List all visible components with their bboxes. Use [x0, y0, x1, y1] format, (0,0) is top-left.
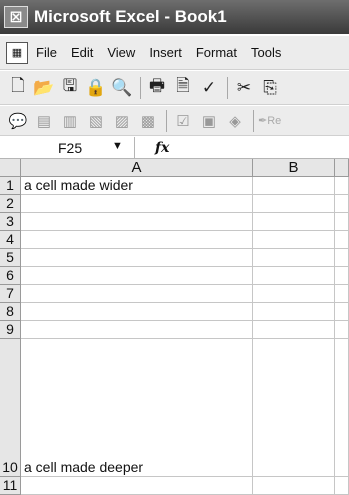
cell-b11[interactable] [253, 477, 335, 495]
window-title: Microsoft Excel - Book1 [34, 7, 227, 26]
reviewing-icon-9[interactable]: ◈ [223, 109, 247, 133]
cell-b2[interactable] [253, 195, 335, 213]
new-icon[interactable]: 🗋 [6, 76, 30, 100]
cell-c9[interactable] [335, 321, 349, 339]
row-header[interactable]: 9 [0, 321, 21, 339]
title-bar: ☒ Microsoft Excel - Book1 [0, 0, 349, 34]
cell-a2[interactable] [21, 195, 253, 213]
row-header[interactable]: 10 [0, 339, 21, 477]
cell-c8[interactable] [335, 303, 349, 321]
reviewing-icon-8[interactable]: ▣ [197, 109, 221, 133]
toolbar-separator [253, 109, 254, 132]
reply-label: Re [267, 115, 282, 127]
cell-b3[interactable] [253, 213, 335, 231]
row-header[interactable]: 3 [0, 213, 21, 231]
cell-b9[interactable] [253, 321, 335, 339]
reviewing-icon-2[interactable]: ▤ [32, 109, 56, 133]
cell-b6[interactable] [253, 267, 335, 285]
permission-icon[interactable]: 🔒 [84, 76, 108, 100]
cell-a1[interactable]: a cell made wider [21, 177, 253, 195]
row-header[interactable]: 7 [0, 285, 21, 303]
row-header[interactable]: 6 [0, 267, 21, 285]
cell-a10[interactable]: a cell made deeper [21, 339, 253, 477]
cell-c3[interactable] [335, 213, 349, 231]
cell-a5[interactable] [21, 249, 253, 267]
menu-tools[interactable]: Tools [251, 45, 281, 60]
cell-a9[interactable] [21, 321, 253, 339]
cell-c1[interactable] [335, 177, 349, 195]
spreadsheet-grid: A B 1 a cell made wider 2 3 4 5 6 7 8 9 … [0, 159, 349, 495]
cell-c4[interactable] [335, 231, 349, 249]
row-header[interactable]: 5 [0, 249, 21, 267]
row-header[interactable]: 4 [0, 231, 21, 249]
copy-icon[interactable]: ⎘ [258, 76, 282, 100]
reviewing-icon-4[interactable]: ▧ [84, 109, 108, 133]
insert-function-button[interactable]: fx [155, 140, 169, 156]
reply-with-changes-button[interactable]: ✒Re [258, 114, 281, 127]
select-all-button[interactable] [0, 159, 21, 177]
cell-b4[interactable] [253, 231, 335, 249]
reviewing-icon-5[interactable]: ▨ [110, 109, 134, 133]
cell-c7[interactable] [335, 285, 349, 303]
row-header[interactable]: 2 [0, 195, 21, 213]
print-preview-icon[interactable]: 🗎 [171, 76, 195, 100]
row-header[interactable]: 8 [0, 303, 21, 321]
menu-view[interactable]: View [107, 45, 135, 60]
research-icon[interactable]: 🔍 [110, 76, 134, 100]
cell-c6[interactable] [335, 267, 349, 285]
menu-file[interactable]: File [36, 45, 57, 60]
row-header[interactable]: 1 [0, 177, 21, 195]
cell-a4[interactable] [21, 231, 253, 249]
cell-c10[interactable] [335, 339, 349, 477]
cell-c11[interactable] [335, 477, 349, 495]
reviewing-icon-7[interactable]: ☑ [171, 109, 195, 133]
reviewing-toolbar: 💬 ▤ ▥ ▧ ▨ ▩ ☑ ▣ ◈ ✒Re [0, 106, 349, 136]
cell-a7[interactable] [21, 285, 253, 303]
open-icon[interactable]: 📂 [32, 76, 56, 100]
menu-format[interactable]: Format [196, 45, 237, 60]
cell-c2[interactable] [335, 195, 349, 213]
cell-b5[interactable] [253, 249, 335, 267]
name-box[interactable]: F25 ▼ [0, 136, 135, 159]
workbook-icon[interactable]: ▦ [6, 41, 28, 64]
formula-bar: F25 ▼ fx [0, 136, 349, 159]
cell-b10[interactable] [253, 339, 335, 477]
cell-a6[interactable] [21, 267, 253, 285]
cell-c5[interactable] [335, 249, 349, 267]
excel-icon[interactable]: ☒ [4, 6, 28, 28]
row-header[interactable]: 11 [0, 477, 21, 495]
reviewing-icon-3[interactable]: ▥ [58, 109, 82, 133]
column-header-a[interactable]: A [21, 159, 253, 177]
standard-toolbar: 🗋 📂 🖫 🔒 🔍 🖶 🗎 ✓ ✂ ⎘ [0, 71, 349, 105]
name-box-value: F25 [58, 139, 83, 156]
spelling-icon[interactable]: ✓ [197, 76, 221, 100]
menu-bar: ▦ File Edit View Insert Format Tools [0, 36, 349, 70]
reviewing-icon-6[interactable]: ▩ [136, 109, 160, 133]
cut-icon[interactable]: ✂ [232, 76, 256, 100]
cell-a8[interactable] [21, 303, 253, 321]
cell-b1[interactable] [253, 177, 335, 195]
toolbar-separator [227, 76, 228, 99]
cell-a3[interactable] [21, 213, 253, 231]
cell-b7[interactable] [253, 285, 335, 303]
cell-a11[interactable] [21, 477, 253, 495]
menu-insert[interactable]: Insert [149, 45, 182, 60]
reviewing-icon-1[interactable]: 💬 [6, 109, 30, 133]
save-icon[interactable]: 🖫 [58, 76, 82, 100]
column-header-b[interactable]: B [253, 159, 335, 177]
toolbar-separator [140, 76, 141, 99]
cell-b8[interactable] [253, 303, 335, 321]
print-icon[interactable]: 🖶 [145, 76, 169, 100]
column-header-c[interactable] [335, 159, 349, 177]
toolbar-separator [166, 109, 167, 132]
menu-edit[interactable]: Edit [71, 45, 93, 60]
chevron-down-icon[interactable]: ▼ [112, 140, 123, 152]
